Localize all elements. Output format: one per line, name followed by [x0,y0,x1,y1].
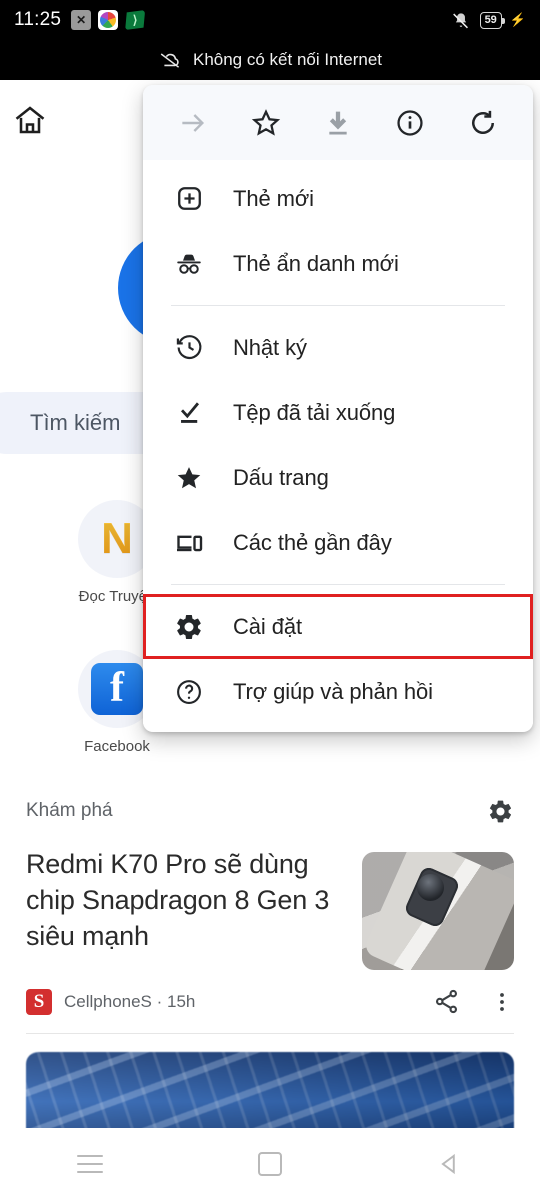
menu-items: Thẻ mới Thẻ ẩn danh mới Nhật ký Tệp đã t… [143,160,533,732]
shortcut-label: Facebook [84,738,150,755]
square-home-icon[interactable] [257,1152,282,1176]
discover-feed: Khám phá Redmi K70 Pro sẽ dùng chip Snap… [0,780,540,1162]
menu-icon[interactable] [77,1149,104,1179]
close-badge-icon: ✕ [71,10,92,30]
menu-header-actions [143,85,533,160]
reload-icon[interactable] [467,107,499,139]
green-app-icon: ⟩ [125,10,146,30]
status-clock: 11:25 [14,9,62,30]
article-meta: S CellphoneS · 15h [26,988,514,1015]
star-icon[interactable] [250,107,282,139]
back-triangle-icon[interactable] [437,1151,463,1177]
info-icon[interactable] [394,107,426,139]
browser-overflow-menu: Thẻ mới Thẻ ẩn danh mới Nhật ký Tệp đã t… [143,85,533,732]
incognito-icon [173,248,205,280]
forward-icon[interactable] [177,107,209,139]
discover-header: Khám phá [0,780,540,842]
plus-box-icon [173,183,205,215]
download-check-icon [173,397,205,429]
menu-item-new-incognito-tab[interactable]: Thẻ ẩn danh mới [143,231,533,296]
battery-indicator: 59 [479,11,506,29]
menu-item-label: Cài đặt [233,613,303,639]
menu-item-label: Trợ giúp và phản hồi [233,678,433,704]
menu-item-label: Nhật ký [233,334,307,360]
menu-item-history[interactable]: Nhật ký [143,315,533,380]
menu-item-label: Các thẻ gần đây [233,529,392,555]
article-card[interactable]: Redmi K70 Pro sẽ dùng chip Snapdragon 8 … [0,842,540,1034]
menu-divider [171,584,505,585]
charging-bolt-icon: ⚡ [509,12,526,27]
article-title: Redmi K70 Pro sẽ dùng chip Snapdragon 8 … [26,849,330,951]
article-source: CellphoneS · 15h [64,991,196,1011]
more-vertical-icon[interactable] [490,990,514,1014]
status-bar: 11:25 ✕ ⟩ 59 ⚡ Không có kết nối Internet [0,0,540,80]
download-icon[interactable] [322,107,354,139]
help-circle-icon [173,676,205,708]
offline-text: Không có kết nối Internet [192,50,383,69]
article-thumbnail [362,852,514,970]
share-icon[interactable] [433,988,460,1015]
home-icon[interactable] [12,102,48,138]
android-nav-bar [0,1128,540,1200]
menu-item-help-and-feedback[interactable]: Trợ giúp và phản hồi [143,659,533,724]
gear-icon [173,611,205,643]
menu-divider [171,305,505,306]
menu-item-recent-tabs[interactable]: Các thẻ gần đây [143,510,533,575]
offline-banner: Không có kết nối Internet [0,40,540,80]
star-filled-icon [173,462,205,494]
menu-item-label: Tệp đã tải xuống [233,399,396,425]
bell-muted-icon [450,11,472,30]
gear-icon[interactable] [487,798,514,825]
cloud-off-icon [158,51,182,69]
cellphones-s-logo-icon: S [26,988,52,1015]
menu-item-label: Thẻ mới [233,185,314,211]
color-wheel-icon [98,10,119,30]
menu-item-bookmarks[interactable]: Dấu trang [143,445,533,510]
devices-icon [173,527,205,559]
menu-item-settings[interactable]: Cài đặt [143,594,533,659]
menu-item-label: Thẻ ẩn danh mới [233,250,399,276]
history-icon [173,332,205,364]
section-title: Khám phá [26,800,113,821]
menu-item-downloads[interactable]: Tệp đã tải xuống [143,380,533,445]
menu-item-new-tab[interactable]: Thẻ mới [143,166,533,231]
menu-item-label: Dấu trang [233,464,329,490]
